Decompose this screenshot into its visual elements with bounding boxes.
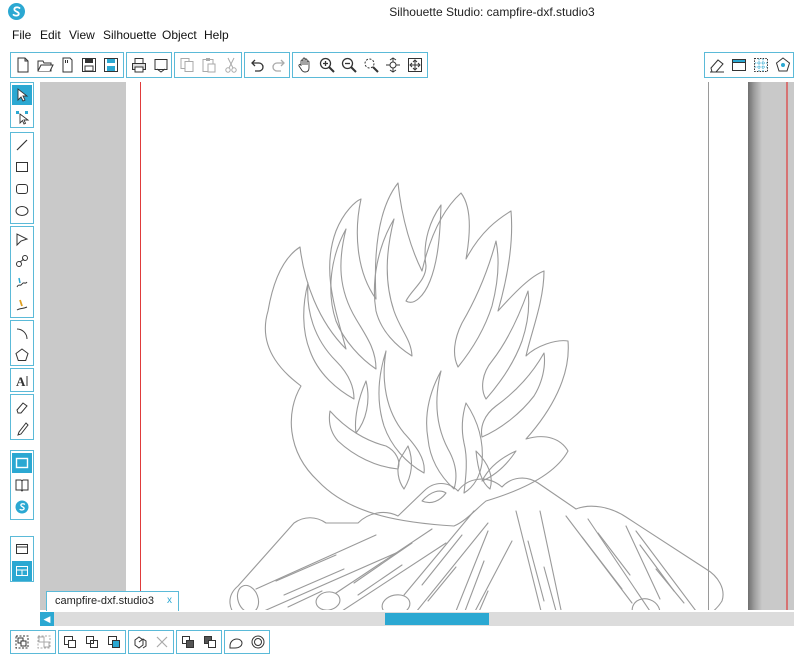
campfire-artwork[interactable] <box>226 171 736 610</box>
trace-icon[interactable] <box>227 633 245 651</box>
cutting-mat-workspace[interactable] <box>40 82 794 610</box>
window-panel-icon[interactable] <box>12 539 32 559</box>
copy-icon[interactable] <box>177 55 197 75</box>
page-setup-icon[interactable] <box>729 55 749 75</box>
history-toolbar-group <box>244 52 290 78</box>
group-icon[interactable] <box>13 633 31 651</box>
left-tool-bar: A <box>8 82 36 622</box>
zoom-in-icon[interactable] <box>317 55 337 75</box>
freehand-tool-icon[interactable] <box>12 273 32 293</box>
split-panel-icon[interactable] <box>12 561 32 581</box>
close-tab-icon[interactable]: x <box>167 595 172 606</box>
mat-edge-line <box>786 82 788 610</box>
line-tool-icon[interactable] <box>12 135 32 155</box>
zoom-select-icon[interactable] <box>361 55 381 75</box>
menu-edit[interactable]: Edit <box>40 28 61 42</box>
bring-to-front-icon[interactable] <box>179 633 197 651</box>
view-toolbar-group <box>292 52 428 78</box>
arc-tool-icon[interactable] <box>12 323 32 343</box>
trace-toolbar-group <box>224 630 270 654</box>
save-icon[interactable] <box>79 55 99 75</box>
title-bar: Silhouette Studio: campfire-dxf.studio3 <box>0 0 794 24</box>
panels-toolbar-group <box>704 52 794 78</box>
rounded-rectangle-tool-icon[interactable] <box>12 179 32 199</box>
ungroup-icon[interactable] <box>35 633 53 651</box>
offset-icon[interactable] <box>249 633 267 651</box>
grid-icon[interactable] <box>751 55 771 75</box>
scroll-thumb[interactable] <box>385 613 489 625</box>
clipboard-toolbar-group <box>174 52 242 78</box>
open-icon[interactable] <box>35 55 55 75</box>
select-tool-icon[interactable] <box>12 85 32 105</box>
library-book-icon[interactable] <box>12 475 32 495</box>
shape-tools-group <box>10 132 34 224</box>
undo-icon[interactable] <box>247 55 267 75</box>
menu-bar: File Edit View Silhouette Object Help <box>0 24 794 46</box>
window-title: Silhouette Studio: campfire-dxf.studio3 <box>389 5 595 19</box>
save-to-library-icon[interactable] <box>101 55 121 75</box>
knife-tool-icon[interactable] <box>12 419 32 439</box>
menu-file[interactable]: File <box>12 28 31 42</box>
main-toolbar <box>0 52 794 82</box>
compound-toolbar-group <box>58 630 126 654</box>
svg-text:A: A <box>16 374 26 389</box>
library-tools-group <box>10 450 34 520</box>
ellipse-tool-icon[interactable] <box>12 201 32 221</box>
delete-icon[interactable] <box>153 633 171 651</box>
menu-help[interactable]: Help <box>204 28 229 42</box>
weld-icon[interactable] <box>105 633 123 651</box>
cut-icon[interactable] <box>221 55 241 75</box>
menu-object[interactable]: Object <box>162 28 197 42</box>
drag-zoom-icon[interactable] <box>383 55 403 75</box>
print-toolbar-group <box>126 52 172 78</box>
file-toolbar-group <box>10 52 124 78</box>
make-compound-path-icon[interactable] <box>61 633 79 651</box>
select-tools-group <box>10 82 34 128</box>
fit-to-page-icon[interactable] <box>405 55 425 75</box>
text-tool-icon[interactable]: A <box>12 371 32 391</box>
design-view-icon[interactable] <box>12 453 32 473</box>
release-compound-path-icon[interactable] <box>83 633 101 651</box>
new-page-icon[interactable] <box>13 55 33 75</box>
pan-hand-icon[interactable] <box>295 55 315 75</box>
group-toolbar-group <box>10 630 56 654</box>
horizontal-scrollbar[interactable]: ◀ <box>40 612 794 626</box>
replicate-icon[interactable] <box>131 633 149 651</box>
redo-icon[interactable] <box>269 55 289 75</box>
send-to-back-icon[interactable] <box>201 633 219 651</box>
regular-polygon-tool-icon[interactable] <box>12 345 32 365</box>
pattern-icon[interactable] <box>773 55 793 75</box>
arrange-toolbar-group <box>176 630 222 654</box>
panel-toggle-group <box>10 536 34 582</box>
smooth-freehand-tool-icon[interactable] <box>12 295 32 315</box>
curve-tool-icon[interactable] <box>12 251 32 271</box>
draw-tools-group <box>10 226 34 318</box>
eraser-tools-group <box>10 394 34 440</box>
zoom-out-icon[interactable] <box>339 55 359 75</box>
polygon-tool-icon[interactable] <box>12 229 32 249</box>
document-tab-row: campfire-dxf.studio3 x <box>40 590 794 612</box>
menu-silhouette[interactable]: Silhouette <box>103 28 156 42</box>
eraser-panel-icon[interactable] <box>707 55 727 75</box>
rectangle-tool-icon[interactable] <box>12 157 32 177</box>
print-cut-icon[interactable] <box>151 55 171 75</box>
sd-card-icon[interactable] <box>57 55 77 75</box>
print-icon[interactable] <box>129 55 149 75</box>
silhouette-store-icon[interactable] <box>12 497 32 517</box>
document-tab-label: campfire-dxf.studio3 <box>55 595 155 607</box>
eraser-tool-icon[interactable] <box>12 397 32 417</box>
paste-icon[interactable] <box>199 55 219 75</box>
offset-toolbar-group <box>128 630 174 654</box>
text-tools-group: A <box>10 368 34 392</box>
arc-tools-group <box>10 320 34 366</box>
cut-border-line <box>140 82 141 610</box>
edit-points-icon[interactable] <box>12 107 32 127</box>
document-tab[interactable]: campfire-dxf.studio3 x <box>46 591 180 611</box>
bottom-toolbar <box>0 630 794 658</box>
scroll-left-arrow-icon[interactable]: ◀ <box>40 612 54 626</box>
menu-view[interactable]: View <box>69 28 95 42</box>
